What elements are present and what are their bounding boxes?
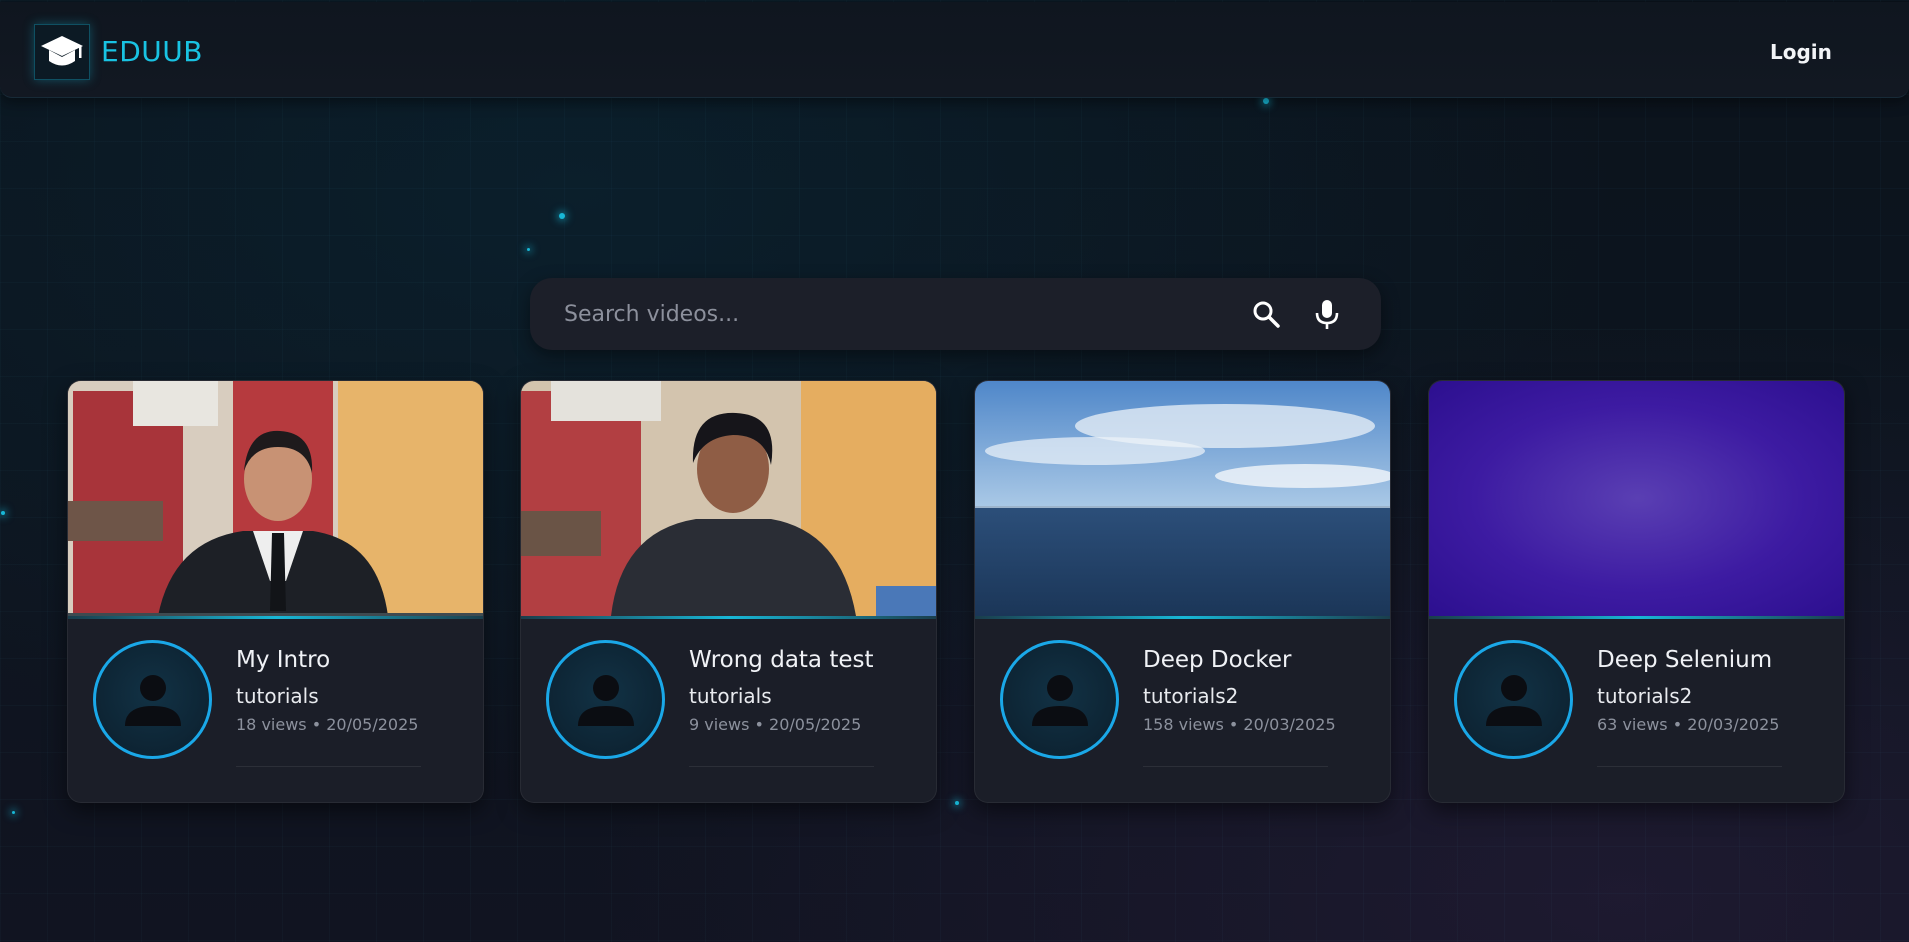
glow-dot (12, 811, 15, 814)
divider (1143, 766, 1328, 767)
channel-name[interactable]: tutorials (689, 684, 772, 708)
voice-search-button[interactable] (1311, 298, 1343, 330)
glow-dot (1263, 98, 1269, 104)
channel-name[interactable]: tutorials2 (1143, 684, 1238, 708)
video-meta: 9 views • 20/05/2025 (689, 715, 862, 734)
channel-name[interactable]: tutorials (236, 684, 319, 708)
search-icon (1253, 301, 1280, 328)
microphone-icon (1315, 300, 1339, 329)
channel-avatar[interactable] (1000, 640, 1119, 759)
person-icon (1485, 674, 1542, 726)
video-card[interactable]: Deep Selenium tutorials2 63 views • 20/0… (1428, 380, 1845, 803)
person-icon (577, 674, 634, 726)
channel-avatar[interactable] (93, 640, 212, 759)
top-navbar: EDUUB Login (0, 2, 1909, 98)
login-button[interactable]: Login (1770, 40, 1832, 64)
person-icon (124, 674, 181, 726)
video-card[interactable]: Deep Docker tutorials2 158 views • 20/03… (974, 380, 1391, 803)
glow-dot (527, 248, 530, 251)
video-thumbnail[interactable] (521, 381, 936, 616)
video-thumbnail[interactable] (975, 381, 1390, 616)
glow-dot (955, 801, 959, 805)
video-thumbnail[interactable] (68, 381, 483, 616)
video-meta: 18 views • 20/05/2025 (236, 715, 419, 734)
video-meta: 158 views • 20/03/2025 (1143, 715, 1336, 734)
thumbnail-accent-line (521, 616, 936, 619)
search-bar (530, 278, 1381, 350)
person-icon (1031, 674, 1088, 726)
logo[interactable] (34, 24, 90, 80)
divider (236, 766, 421, 767)
graduation-cap-icon (41, 36, 83, 66)
thumbnail-accent-line (68, 616, 483, 619)
video-title[interactable]: Deep Selenium (1597, 647, 1772, 673)
search-input[interactable] (564, 296, 1224, 332)
search-button[interactable] (1250, 298, 1282, 330)
divider (689, 766, 874, 767)
channel-name[interactable]: tutorials2 (1597, 684, 1692, 708)
video-title[interactable]: My Intro (236, 647, 330, 673)
video-meta: 63 views • 20/03/2025 (1597, 715, 1780, 734)
video-card[interactable]: Wrong data test tutorials 9 views • 20/0… (520, 380, 937, 803)
divider (1597, 766, 1782, 767)
video-title[interactable]: Wrong data test (689, 647, 874, 673)
glow-dot (559, 213, 565, 219)
channel-avatar[interactable] (546, 640, 665, 759)
glow-dot (1, 511, 5, 515)
thumbnail-accent-line (975, 616, 1390, 619)
channel-avatar[interactable] (1454, 640, 1573, 759)
video-thumbnail[interactable] (1429, 381, 1844, 616)
thumbnail-accent-line (1429, 616, 1844, 619)
video-card[interactable]: My Intro tutorials 18 views • 20/05/2025 (67, 380, 484, 803)
video-title[interactable]: Deep Docker (1143, 647, 1291, 673)
brand-name[interactable]: EDUUB (101, 35, 203, 68)
